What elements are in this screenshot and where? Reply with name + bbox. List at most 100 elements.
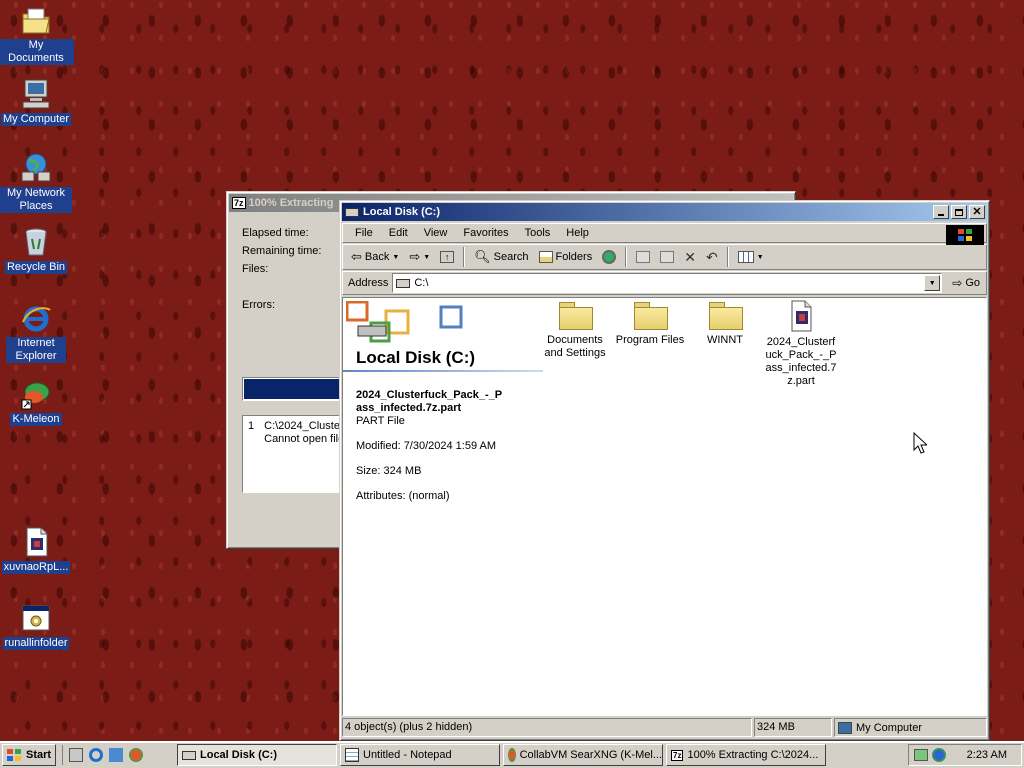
delete-icon: ✕ xyxy=(684,248,696,265)
address-field[interactable]: C:\ ▼ xyxy=(392,273,943,293)
address-dropdown-button[interactable]: ▼ xyxy=(924,275,941,291)
folders-button[interactable]: Folders xyxy=(535,246,597,268)
maximize-button[interactable] xyxy=(951,205,967,219)
drive-icon xyxy=(182,750,196,760)
mouse-cursor-icon xyxy=(913,431,929,457)
undo-button[interactable]: ↶ xyxy=(702,246,722,268)
show-desktop-icon[interactable] xyxy=(69,748,83,762)
move-to-icon xyxy=(636,251,651,263)
content-pane[interactable]: Local Disk (C:) 2024_Clusterfuck_Pack_-_… xyxy=(342,297,987,716)
status-objects: 4 object(s) (plus 2 hidden) xyxy=(342,718,752,737)
menu-tools[interactable]: Tools xyxy=(517,227,559,239)
forward-button[interactable]: ⇨ ▼ xyxy=(405,246,434,268)
my-computer-icon xyxy=(838,721,852,734)
k-meleon-icon xyxy=(508,748,516,762)
desktop-icon-network-places[interactable]: My Network Places xyxy=(0,152,74,213)
desktop-icon-recycle-bin[interactable]: Recycle Bin xyxy=(0,226,74,274)
error-log-message: Cannot open file xyxy=(264,433,345,445)
close-button[interactable]: ✕ xyxy=(969,205,985,219)
go-button[interactable]: ⇨ Go xyxy=(946,272,986,294)
chevron-down-icon[interactable]: ▼ xyxy=(392,254,399,261)
status-zone-label: My Computer xyxy=(856,721,923,734)
back-button[interactable]: ⇦ Back ▼ xyxy=(347,246,403,268)
menu-view[interactable]: View xyxy=(416,227,456,239)
recycle-bin-icon xyxy=(20,226,52,258)
menu-help[interactable]: Help xyxy=(558,227,597,239)
taskbar-button-extracting[interactable]: 7z 100% Extracting C:\2024... xyxy=(666,744,826,766)
folder-icon xyxy=(709,302,743,330)
quick-launch xyxy=(62,745,143,765)
delete-button[interactable]: ✕ xyxy=(680,246,700,268)
panel-filename: 2024_Clusterfuck_Pack_-_Pass_infected.7z… xyxy=(356,389,503,414)
desktop-icon-label: Recycle Bin xyxy=(4,261,68,274)
folder-documents-and-settings[interactable]: Documents and Settings xyxy=(535,302,615,360)
part-file-icon xyxy=(785,300,817,332)
standard-toolbar: ⇦ Back ▼ ⇨ ▼ ↑ 🔍︎ Search Folders ✕ ↶ ▼ xyxy=(342,244,987,270)
folder-program-files[interactable]: Program Files xyxy=(610,302,690,347)
drive-icon xyxy=(396,278,411,288)
taskbar-button-notepad[interactable]: Untitled - Notepad xyxy=(340,744,500,766)
system-tray: 2:23 AM xyxy=(908,744,1022,766)
k-meleon-icon[interactable] xyxy=(129,748,143,762)
folder-winnt[interactable]: WINNT xyxy=(685,302,765,347)
outlook-express-icon[interactable] xyxy=(109,748,123,762)
notepad-icon xyxy=(345,748,359,762)
file-label: Program Files xyxy=(615,334,685,346)
network-places-icon xyxy=(20,152,52,184)
toolbar-separator xyxy=(726,247,729,267)
minimize-button[interactable] xyxy=(933,205,949,219)
desktop-icon-my-documents[interactable]: My Documents xyxy=(0,4,74,65)
start-button[interactable]: Start xyxy=(2,744,56,766)
status-bar: 4 object(s) (plus 2 hidden) 324 MB My Co… xyxy=(342,718,987,737)
menu-edit[interactable]: Edit xyxy=(381,227,416,239)
internet-explorer-icon[interactable] xyxy=(89,748,103,762)
files-label: Files: xyxy=(242,263,269,275)
panel-attributes: Attributes: (normal) xyxy=(356,490,450,502)
windows-logo-icon xyxy=(7,749,21,761)
panel-size: Size: 324 MB xyxy=(356,465,422,477)
my-computer-icon xyxy=(20,78,52,110)
desktop-icon-k-meleon[interactable]: K-Meleon xyxy=(0,378,74,426)
explorer-titlebar[interactable]: Local Disk (C:) ✕ xyxy=(342,203,987,221)
desktop-icon-internet-explorer[interactable]: Internet Explorer xyxy=(0,302,74,363)
remaining-time-label: Remaining time: xyxy=(242,245,322,257)
desktop-icon-xuvnaorpl[interactable]: xuvnaoRpL... xyxy=(0,526,74,574)
desktop-icon-runallinfolder[interactable]: runallinfolder xyxy=(0,602,74,650)
back-arrow-icon: ⇦ xyxy=(351,249,362,264)
volume-tray-icon[interactable] xyxy=(932,748,946,762)
folder-icon xyxy=(559,302,593,330)
network-tray-icon[interactable] xyxy=(914,749,928,761)
menu-favorites[interactable]: Favorites xyxy=(455,227,516,239)
menu-file[interactable]: File xyxy=(347,227,381,239)
history-button[interactable] xyxy=(598,246,620,268)
search-button[interactable]: 🔍︎ Search xyxy=(470,246,532,268)
panel-heading: Local Disk (C:) xyxy=(356,348,476,367)
explorer-window[interactable]: Local Disk (C:) ✕ File Edit View Favorit… xyxy=(339,200,990,741)
file-7z-part[interactable]: 2024_Clusterfuck_Pack_-_Pass_infected.7z… xyxy=(761,300,841,388)
clock[interactable]: 2:23 AM xyxy=(967,749,1007,761)
desktop-icon-my-computer[interactable]: My Computer xyxy=(0,78,74,126)
desktop-icon-label: Internet Explorer xyxy=(6,337,66,363)
up-folder-button[interactable]: ↑ xyxy=(436,246,458,268)
chevron-down-icon[interactable]: ▼ xyxy=(757,254,764,261)
go-arrow-icon: ⇨ xyxy=(952,276,963,290)
up-folder-icon: ↑ xyxy=(440,251,455,263)
copy-to-icon xyxy=(660,251,675,263)
views-button[interactable]: ▼ xyxy=(734,246,768,268)
toolbar-separator xyxy=(625,247,628,267)
folders-label: Folders xyxy=(555,251,593,263)
taskbar-button-local-disk[interactable]: Local Disk (C:) xyxy=(177,744,337,766)
minimize-icon xyxy=(938,213,944,216)
file-icon xyxy=(20,526,52,558)
copy-to-button[interactable] xyxy=(656,246,678,268)
taskbar-button-k-meleon[interactable]: CollabVM SearXNG (K-Mel... xyxy=(503,744,663,766)
elapsed-time-label: Elapsed time: xyxy=(242,227,309,239)
chevron-down-icon[interactable]: ▼ xyxy=(423,254,430,261)
7z-icon: 7z xyxy=(232,197,246,209)
7z-icon: 7z xyxy=(671,749,684,761)
file-label: Documents and Settings xyxy=(544,334,606,359)
taskbar-button-label: 100% Extracting C:\2024... xyxy=(687,749,819,761)
taskbar-button-label: Local Disk (C:) xyxy=(200,749,278,761)
move-to-button[interactable] xyxy=(632,246,654,268)
file-label: 2024_Clusterfuck_Pack_-_Pass_infected.7z… xyxy=(765,336,837,387)
